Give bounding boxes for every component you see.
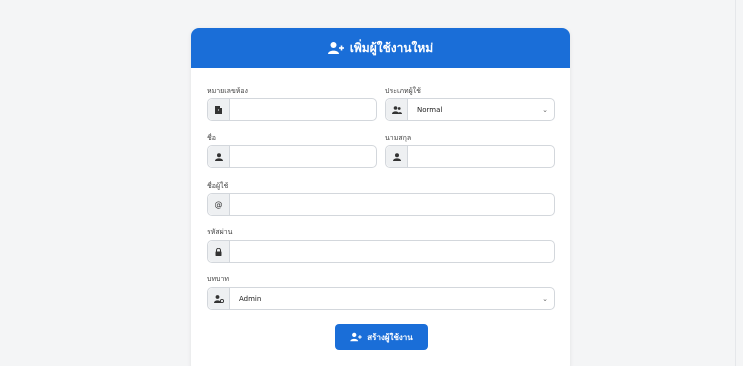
room-label: หมายเลขห้อง: [207, 87, 248, 95]
first-name-input[interactable]: [230, 146, 376, 167]
username-field: @: [207, 193, 555, 216]
lock-icon: [208, 241, 230, 262]
at-icon: @: [208, 194, 230, 215]
user-gear-icon: [208, 288, 230, 309]
username-input[interactable]: [230, 194, 554, 215]
user-icon: [208, 146, 230, 167]
user-type-value: Normal: [417, 105, 443, 114]
user-type-select[interactable]: Normal ⌄: [385, 98, 555, 121]
user-plus-icon: [350, 332, 362, 342]
username-label: ชื่อผู้ใช้: [207, 182, 229, 190]
last-name-input[interactable]: [408, 146, 554, 167]
create-user-label: สร้างผู้ใช้งาน: [367, 332, 413, 342]
create-user-button[interactable]: สร้างผู้ใช้งาน: [335, 324, 428, 350]
user-plus-icon: [327, 41, 344, 55]
form-title: เพิ่มผู้ใช้งานใหม่: [349, 40, 434, 55]
last-name-label: นามสกุล: [385, 134, 412, 142]
role-value: Admin: [239, 294, 262, 303]
scrollbar-track[interactable]: [735, 0, 736, 366]
page-top: [0, 0, 743, 10]
room-field: [207, 98, 377, 121]
password-field: [207, 240, 555, 263]
last-name-field: [385, 145, 555, 168]
user-icon: [386, 146, 408, 167]
add-user-card: เพิ่มผู้ใช้งานใหม่ หมายเลขห้อง ประเภทผู้…: [191, 28, 570, 366]
chevron-down-icon: ⌄: [542, 105, 548, 114]
role-select[interactable]: Admin ⌄: [207, 287, 555, 310]
role-label: บทบาท: [207, 275, 230, 283]
door-icon: [208, 99, 230, 120]
users-icon: [386, 99, 408, 120]
user-type-label: ประเภทผู้ใช้: [385, 87, 421, 95]
room-input[interactable]: [230, 99, 376, 120]
chevron-down-icon: ⌄: [542, 294, 548, 303]
password-label: รหัสผ่าน: [207, 228, 233, 236]
first-name-field: [207, 145, 377, 168]
first-name-label: ชื่อ: [207, 134, 216, 142]
password-input[interactable]: [230, 241, 554, 262]
card-header: เพิ่มผู้ใช้งานใหม่: [191, 28, 570, 68]
